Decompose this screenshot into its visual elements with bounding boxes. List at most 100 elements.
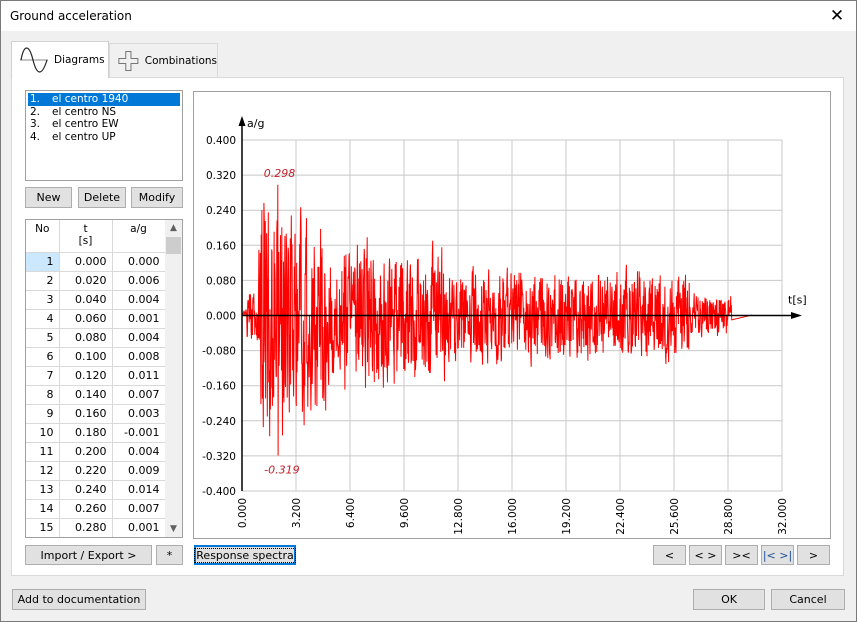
cell-ag[interactable]: 0.006 [112, 271, 166, 291]
table-row[interactable]: 6 0.100 0.008 [26, 347, 166, 367]
table-row[interactable]: 10 0.180 -0.001 [26, 423, 166, 443]
cell-no[interactable]: 9 [26, 404, 60, 424]
table-row[interactable]: 11 0.200 0.004 [26, 442, 166, 462]
cell-t[interactable]: 0.000 [59, 252, 113, 272]
header-no[interactable]: No [26, 220, 60, 253]
header-t-unit: [s] [78, 235, 93, 247]
table-row[interactable]: 8 0.140 0.007 [26, 385, 166, 405]
cell-ag[interactable]: 0.001 [112, 309, 166, 329]
scroll-right-button[interactable]: > [797, 545, 830, 565]
cell-t[interactable]: 0.040 [59, 290, 113, 310]
table-row[interactable]: 4 0.060 0.001 [26, 309, 166, 329]
cell-ag[interactable]: 0.004 [112, 328, 166, 348]
table-row[interactable]: 12 0.220 0.009 [26, 461, 166, 481]
cell-ag[interactable]: 0.004 [112, 442, 166, 462]
modify-button[interactable]: Modify [131, 187, 183, 208]
zoom-in-button[interactable]: < > [689, 545, 722, 565]
new-button[interactable]: New [25, 187, 72, 208]
list-item[interactable]: 3. el centro EW [28, 118, 180, 131]
cell-ag[interactable]: 0.000 [112, 252, 166, 272]
scroll-left-button[interactable]: < [653, 545, 686, 565]
cell-no[interactable]: 6 [26, 347, 60, 367]
table-row[interactable]: 13 0.240 0.014 [26, 480, 166, 500]
list-item-number: 3. [30, 118, 41, 130]
cell-no[interactable]: 15 [26, 518, 60, 537]
cell-t[interactable]: 0.200 [59, 442, 113, 462]
y-tick-label: -0.160 [202, 381, 236, 393]
sine-wave-icon [20, 47, 48, 73]
cell-no[interactable]: 1 [26, 252, 60, 272]
cell-ag[interactable]: 0.011 [112, 366, 166, 386]
cell-t[interactable]: 0.140 [59, 385, 113, 405]
cell-no[interactable]: 5 [26, 328, 60, 348]
header-t[interactable]: t [s] [59, 220, 113, 253]
cell-ag[interactable]: 0.004 [112, 290, 166, 310]
cell-t[interactable]: 0.020 [59, 271, 113, 291]
records-list[interactable]: 1. el centro 1940 2. el centro NS 3. el … [25, 90, 183, 181]
cell-no[interactable]: 12 [26, 461, 60, 481]
cell-t[interactable]: 0.060 [59, 309, 113, 329]
cell-ag[interactable]: 0.007 [112, 499, 166, 519]
table-row[interactable]: 15 0.280 0.001 [26, 518, 166, 537]
response-spectra-button[interactable]: Response spectra [194, 545, 296, 565]
x-tick-label: 19.200 [561, 498, 573, 535]
scroll-up-icon[interactable]: ▲ [165, 220, 182, 236]
cell-ag[interactable]: 0.009 [112, 461, 166, 481]
cell-t[interactable]: 0.260 [59, 499, 113, 519]
cell-t[interactable]: 0.120 [59, 366, 113, 386]
fit-all-button[interactable]: |< >| [761, 545, 794, 565]
cell-t[interactable]: 0.220 [59, 461, 113, 481]
cell-ag[interactable]: 0.007 [112, 385, 166, 405]
scroll-thumb[interactable] [166, 237, 181, 254]
cell-ag[interactable]: 0.001 [112, 518, 166, 537]
list-item[interactable]: 4. el centro UP [28, 131, 180, 144]
add-to-documentation-button[interactable]: Add to documentation [12, 589, 146, 610]
cell-ag[interactable]: 0.014 [112, 480, 166, 500]
data-table[interactable]: No t [s] a/g 1 0.000 0.000 2 0.020 0.006 3 0.040… [25, 219, 183, 538]
y-tick-label: 0.080 [206, 275, 236, 287]
cell-ag[interactable]: -0.001 [112, 423, 166, 443]
cell-no[interactable]: 3 [26, 290, 60, 310]
list-item-name: el centro 1940 [52, 93, 129, 105]
cell-no[interactable]: 7 [26, 366, 60, 386]
close-icon[interactable]: ✕ [826, 5, 848, 27]
star-button[interactable]: * [156, 545, 183, 565]
table-row[interactable]: 2 0.020 0.006 [26, 271, 166, 291]
cell-no[interactable]: 8 [26, 385, 60, 405]
cell-no[interactable]: 11 [26, 442, 60, 462]
cell-t[interactable]: 0.080 [59, 328, 113, 348]
table-row[interactable]: 3 0.040 0.004 [26, 290, 166, 310]
max-annotation: 0.298 [264, 167, 296, 180]
table-row[interactable]: 7 0.120 0.011 [26, 366, 166, 386]
table-row[interactable]: 9 0.160 0.003 [26, 404, 166, 424]
list-item[interactable]: 2. el centro NS [28, 106, 180, 119]
y-tick-label: -0.320 [202, 451, 236, 463]
table-row[interactable]: 5 0.080 0.004 [26, 328, 166, 348]
cell-ag[interactable]: 0.008 [112, 347, 166, 367]
cell-no[interactable]: 2 [26, 271, 60, 291]
cell-no[interactable]: 4 [26, 309, 60, 329]
scroll-down-icon[interactable]: ▼ [165, 521, 182, 537]
table-row[interactable]: 1 0.000 0.000 [26, 252, 166, 272]
import-export-button[interactable]: Import / Export > [25, 545, 152, 565]
cell-no[interactable]: 14 [26, 499, 60, 519]
ok-button[interactable]: OK [693, 589, 765, 610]
cell-t[interactable]: 0.240 [59, 480, 113, 500]
cell-no[interactable]: 13 [26, 480, 60, 500]
delete-button[interactable]: Delete [78, 187, 126, 208]
cell-t[interactable]: 0.280 [59, 518, 113, 537]
cell-ag[interactable]: 0.003 [112, 404, 166, 424]
list-item[interactable]: 1. el centro 1940 [28, 93, 180, 106]
tab-combinations[interactable]: Combinations [109, 43, 218, 77]
cell-t[interactable]: 0.180 [59, 423, 113, 443]
header-ag[interactable]: a/g [112, 220, 166, 253]
cell-t[interactable]: 0.100 [59, 347, 113, 367]
cancel-button[interactable]: Cancel [771, 589, 845, 610]
tab-diagrams[interactable]: Diagrams [11, 41, 109, 78]
zoom-out-button[interactable]: >< [725, 545, 758, 565]
cell-no[interactable]: 10 [26, 423, 60, 443]
table-scrollbar[interactable]: ▲ ▼ [165, 220, 182, 537]
table-row[interactable]: 14 0.260 0.007 [26, 499, 166, 519]
response-spectra-label: Response spectra [194, 547, 296, 563]
cell-t[interactable]: 0.160 [59, 404, 113, 424]
